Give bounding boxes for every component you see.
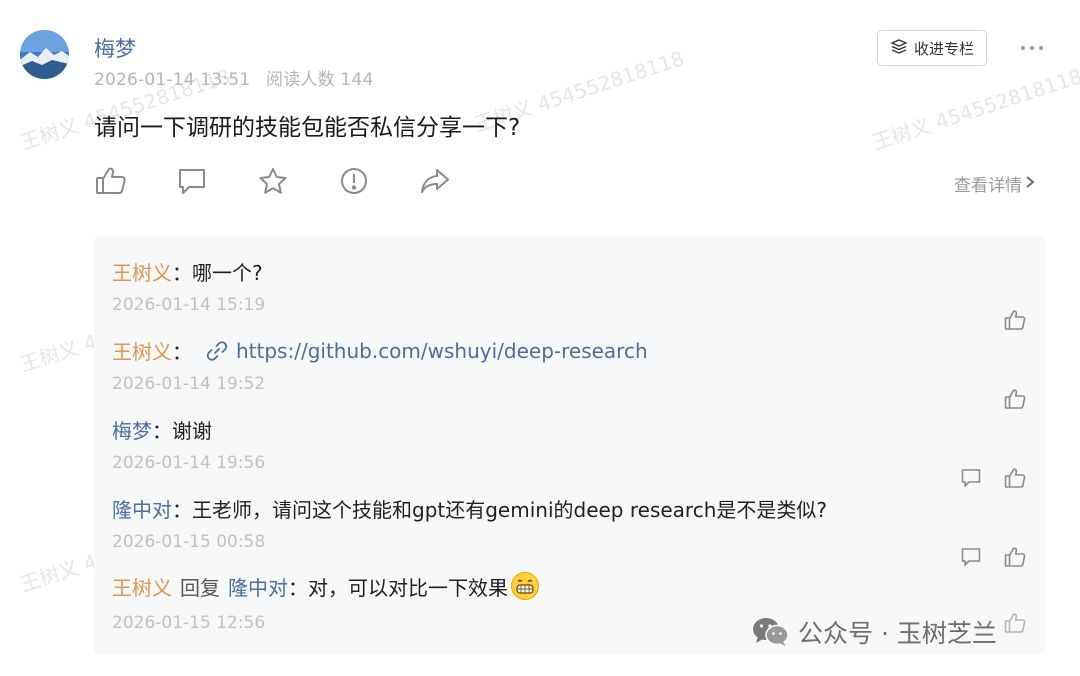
- comment-link[interactable]: https://github.com/wshuyi/deep-research: [236, 339, 648, 363]
- comment-text: 对，可以对比一下效果: [308, 575, 508, 600]
- collect-to-column-button[interactable]: 收进专栏: [877, 30, 987, 66]
- like-icon[interactable]: [1003, 387, 1027, 411]
- collect-label: 收进专栏: [913, 39, 974, 58]
- comment-item: 梅梦 ： 谢谢 2026-01-14 19:56: [112, 415, 1027, 488]
- comment-time: 2026-01-14 19:56: [112, 453, 266, 473]
- comment-separator: ：: [152, 419, 172, 443]
- comment-separator: ：: [172, 261, 192, 285]
- post-date: 2026-01-14 13:51: [94, 70, 251, 90]
- comment-item: 王树义 ： https://github.com/wshuyi/deep-res…: [112, 336, 1027, 409]
- brand-text: 公众号 · 玉树芝兰: [798, 619, 997, 648]
- comment-author[interactable]: 梅梦: [112, 415, 152, 444]
- grin-emoji-icon: [510, 571, 540, 601]
- comment-item: 王树义 ： 哪一个? 2026-01-14 15:19: [112, 257, 1027, 330]
- link-icon: [206, 340, 228, 362]
- comments-panel: 王树义 ： 哪一个? 2026-01-14 15:19 王树义 ： https:…: [94, 236, 1045, 654]
- wechat-icon: [752, 616, 790, 648]
- comment-text: 谢谢: [172, 419, 212, 443]
- comment-author[interactable]: 王树义: [112, 572, 172, 601]
- post-actions: [94, 164, 452, 198]
- comment-text: 哪一个?: [192, 261, 263, 285]
- reply-word: 回复: [180, 575, 220, 600]
- comment-time: 2026-01-14 19:52: [112, 374, 266, 394]
- comment-separator: ：: [172, 340, 192, 364]
- comment-author[interactable]: 隆中对: [112, 494, 172, 523]
- comment-item: 隆中对 ： 王老师，请问这个技能和gpt还有gemini的deep resear…: [112, 494, 1027, 567]
- report-icon[interactable]: [337, 164, 371, 198]
- avatar[interactable]: [20, 30, 69, 79]
- comment-time: 2026-01-14 15:19: [112, 295, 266, 315]
- watermark: 王树义 454552818118: [869, 64, 1080, 155]
- reply-target[interactable]: 隆中对: [228, 572, 288, 601]
- view-details-label: 查看详情: [954, 176, 1022, 196]
- comment-time: 2026-01-15 00:58: [112, 532, 266, 552]
- comment-icon[interactable]: [175, 164, 209, 198]
- view-details-link[interactable]: 查看详情: [954, 171, 1036, 196]
- comment-separator: ：: [288, 575, 308, 600]
- more-icon[interactable]: [1016, 36, 1048, 60]
- post-author[interactable]: 梅梦: [94, 33, 136, 63]
- chevron-right-icon: [1024, 174, 1036, 194]
- comment-author[interactable]: 王树义: [112, 257, 172, 286]
- like-icon[interactable]: [1003, 308, 1027, 332]
- like-icon[interactable]: [1003, 466, 1027, 490]
- reply-icon[interactable]: [959, 466, 983, 490]
- comment-text: 王老师，请问这个技能和gpt还有gemini的deep research是不是类…: [192, 498, 827, 522]
- like-icon[interactable]: [1003, 611, 1027, 635]
- post-text: 请问一下调研的技能包能否私信分享一下?: [94, 115, 521, 141]
- official-account-brand: 公众号 · 玉树芝兰: [752, 614, 997, 650]
- post-meta: 2026-01-14 13:51 阅读人数 144: [94, 65, 383, 90]
- like-icon[interactable]: [1003, 545, 1027, 569]
- stack-icon: [890, 38, 908, 58]
- read-count: 阅读人数 144: [266, 70, 374, 90]
- like-icon[interactable]: [94, 164, 128, 198]
- comment-separator: ：: [172, 498, 192, 522]
- reply-icon[interactable]: [959, 545, 983, 569]
- comment-author[interactable]: 王树义: [112, 336, 172, 365]
- star-icon[interactable]: [256, 164, 290, 198]
- share-icon[interactable]: [418, 164, 452, 198]
